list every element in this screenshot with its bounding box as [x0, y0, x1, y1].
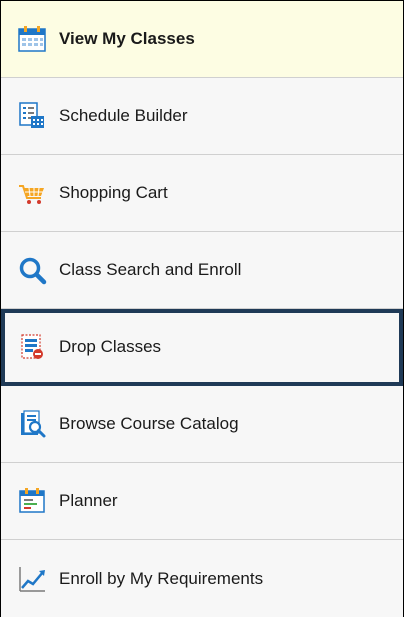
- nav-item-drop-classes[interactable]: Drop Classes: [1, 309, 403, 386]
- nav-list: View My Classes Schedule Builder Shoppin…: [1, 1, 403, 617]
- nav-item-planner[interactable]: Planner: [1, 463, 403, 540]
- course-catalog-icon: [15, 407, 49, 441]
- nav-item-label: Browse Course Catalog: [59, 414, 239, 433]
- nav-item-label: Schedule Builder: [59, 106, 188, 125]
- nav-item-view-my-classes[interactable]: View My Classes: [1, 1, 403, 78]
- nav-item-shopping-cart[interactable]: Shopping Cart: [1, 155, 403, 232]
- nav-item-label: Shopping Cart: [59, 183, 168, 202]
- search-icon: [15, 253, 49, 287]
- nav-item-label: View My Classes: [59, 29, 195, 48]
- requirements-chart-icon: [15, 562, 49, 596]
- nav-item-label: Class Search and Enroll: [59, 260, 242, 279]
- nav-item-enroll-requirements[interactable]: Enroll by My Requirements: [1, 540, 403, 617]
- nav-item-browse-catalog[interactable]: Browse Course Catalog: [1, 386, 403, 463]
- calendar-icon: [15, 22, 49, 56]
- nav-item-label: Planner: [59, 491, 118, 510]
- nav-item-label: Drop Classes: [59, 337, 162, 356]
- nav-item-schedule-builder[interactable]: Schedule Builder: [1, 78, 403, 155]
- schedule-builder-icon: [15, 99, 49, 133]
- nav-item-label: Enroll by My Requirements: [59, 568, 264, 588]
- navigation-panel: View My Classes Schedule Builder Shoppin…: [0, 0, 404, 617]
- drop-classes-icon: [15, 330, 49, 364]
- planner-icon: [15, 484, 49, 518]
- nav-item-class-search[interactable]: Class Search and Enroll: [1, 232, 403, 309]
- shopping-cart-icon: [15, 176, 49, 210]
